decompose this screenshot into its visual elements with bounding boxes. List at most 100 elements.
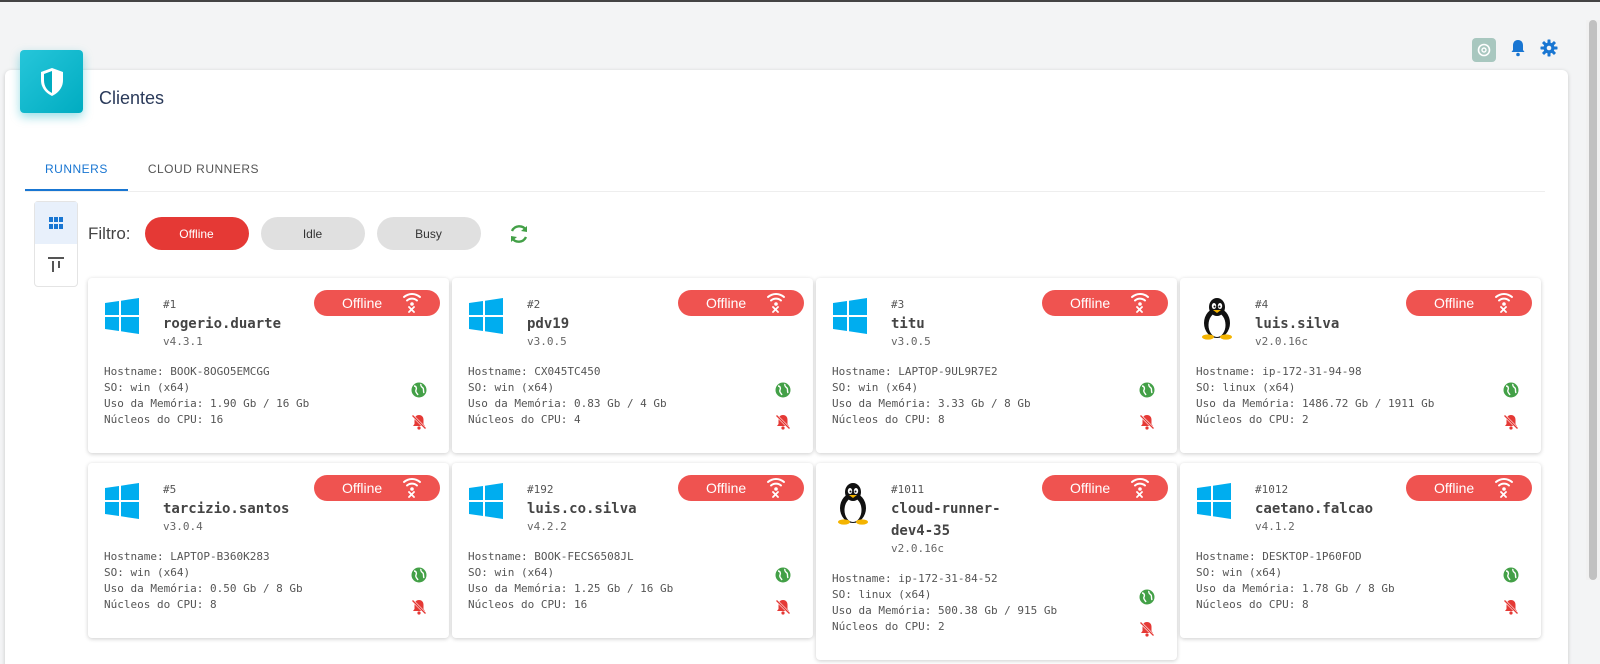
windows-icon <box>1196 483 1232 523</box>
runner-card[interactable]: #4 luis.silva v2.0.16c Offline Hostname: ip-… <box>1180 278 1541 453</box>
runner-cpu: Núcleos do CPU: 4 <box>468 413 581 426</box>
shield-icon <box>20 50 83 113</box>
runner-hostname: Hostname: BOOK-FECS6508JL <box>468 550 634 563</box>
runner-name: luis.co.silva <box>527 501 637 517</box>
filter-label: Filtro: <box>88 223 131 243</box>
runner-name: cloud-runner-dev4-35 <box>891 501 1001 539</box>
list-view-button[interactable] <box>35 244 77 286</box>
runner-memory: Uso da Memória: 3.33 Gb / 8 Gb <box>832 397 1031 410</box>
status-badge: Offline <box>678 475 804 501</box>
runner-id: #2 <box>527 298 541 311</box>
globe-icon[interactable] <box>411 382 427 402</box>
globe-icon[interactable] <box>411 567 427 587</box>
runner-hostname: Hostname: BOOK-8OGO5EMCGG <box>104 365 270 378</box>
windows-icon <box>832 298 868 338</box>
page-title: Clientes <box>99 88 165 108</box>
bell-off-icon[interactable] <box>1503 414 1519 434</box>
runner-cpu: Núcleos do CPU: 16 <box>104 413 224 426</box>
gear-icon[interactable] <box>1540 39 1558 61</box>
globe-icon[interactable] <box>775 382 791 402</box>
runner-version: v3.0.4 <box>163 520 203 533</box>
top-toolbar <box>1472 38 1558 62</box>
status-badge: Offline <box>314 290 440 316</box>
status-label: Offline <box>706 295 747 311</box>
runner-hostname: Hostname: LAPTOP-9UL9R7E2 <box>832 365 998 378</box>
runner-card[interactable]: #192 luis.co.silva v4.2.2 Offline Hostname: … <box>452 463 813 638</box>
bell-off-icon[interactable] <box>1503 599 1519 619</box>
wifi-off-icon <box>402 291 422 316</box>
filter-chip-offline[interactable]: Offline <box>144 217 249 250</box>
bell-off-icon[interactable] <box>775 414 791 434</box>
globe-icon[interactable] <box>1503 567 1519 587</box>
runner-memory: Uso da Memória: 1.90 Gb / 16 Gb <box>104 397 310 410</box>
tab-cloud-runners[interactable]: CLOUD RUNNERS <box>128 148 279 191</box>
runner-cpu: Núcleos do CPU: 8 <box>832 413 945 426</box>
runner-os: SO: win (x64) <box>468 566 555 579</box>
status-label: Offline <box>342 480 383 496</box>
runner-id: #1012 <box>1255 483 1289 496</box>
bell-icon[interactable] <box>1510 39 1526 61</box>
status-badge: Offline <box>1042 475 1168 501</box>
refresh-icon[interactable] <box>507 222 531 246</box>
runner-hostname: Hostname: CX045TC450 <box>468 365 601 378</box>
runner-card[interactable]: #1011 cloud-runner-dev4-35 v2.0.16c Offline… <box>816 463 1177 660</box>
globe-icon[interactable] <box>1503 382 1519 402</box>
wifi-off-icon <box>402 476 422 501</box>
bell-off-icon[interactable] <box>411 599 427 619</box>
windows-icon <box>468 483 504 523</box>
runner-os: SO: linux (x64) <box>1196 381 1296 394</box>
globe-icon[interactable] <box>775 567 791 587</box>
globe-icon[interactable] <box>1139 382 1155 402</box>
filter-chip-busy[interactable]: Busy <box>376 217 481 250</box>
runner-name: tarcizio.santos <box>163 501 290 517</box>
runner-grid: #1 rogerio.duarte v4.3.1 Offline Hostname: B… <box>88 278 1541 660</box>
runner-version: v3.0.5 <box>527 335 567 348</box>
bell-off-icon[interactable] <box>1139 621 1155 641</box>
wifi-off-icon <box>1130 476 1150 501</box>
status-label: Offline <box>706 480 747 496</box>
runner-info: Hostname: LAPTOP-9UL9R7E2 SO: win (x64) Us… <box>832 364 1031 428</box>
runner-version: v4.3.1 <box>163 335 203 348</box>
wifi-off-icon <box>1130 291 1150 316</box>
runner-name: caetano.falcao <box>1255 501 1374 517</box>
scrollbar-thumb[interactable] <box>1589 20 1597 580</box>
status-badge: Offline <box>1406 290 1532 316</box>
runner-cpu: Núcleos do CPU: 2 <box>1196 413 1309 426</box>
runner-memory: Uso da Memória: 500.38 Gb / 915 Gb <box>832 604 1058 617</box>
bell-off-icon[interactable] <box>411 414 427 434</box>
runner-info: Hostname: CX045TC450 SO: win (x64) Uso da … <box>468 364 667 428</box>
runner-id: #1011 <box>891 483 925 496</box>
runner-os: SO: linux (x64) <box>832 588 932 601</box>
runner-card[interactable]: #1 rogerio.duarte v4.3.1 Offline Hostname: B… <box>88 278 449 453</box>
align-top-icon <box>48 257 64 272</box>
runner-card[interactable]: #3 titu v3.0.5 Offline Hostname: LAPTOP-9UL9… <box>816 278 1177 453</box>
filter-chip-idle[interactable]: Idle <box>260 217 365 250</box>
filter-bar: Filtro: Offline Idle Busy <box>88 217 531 250</box>
runner-card[interactable]: #2 pdv19 v3.0.5 Offline Hostname: CX045TC450… <box>452 278 813 453</box>
tab-runners[interactable]: RUNNERS <box>25 148 128 191</box>
globe-icon[interactable] <box>1139 589 1155 609</box>
runner-id: #5 <box>163 483 177 496</box>
runner-id: #3 <box>891 298 905 311</box>
view-toggle <box>34 201 78 287</box>
runner-hostname: Hostname: ip-172-31-84-52 <box>832 572 998 585</box>
runner-name: luis.silva <box>1255 316 1340 332</box>
runner-info: Hostname: DESKTOP-1P60FOD SO: win (x64) Us… <box>1196 549 1395 613</box>
tab-bar: RUNNERS CLOUD RUNNERS <box>25 148 1545 192</box>
runner-version: v4.1.2 <box>1255 520 1295 533</box>
status-label: Offline <box>1070 480 1111 496</box>
status-label: Offline <box>1070 295 1111 311</box>
runner-card[interactable]: #5 tarcizio.santos v3.0.4 Offline Hostname: … <box>88 463 449 638</box>
page-scrollbar[interactable] <box>1586 20 1600 580</box>
runner-card[interactable]: #1012 caetano.falcao v4.1.2 Offline Hostname… <box>1180 463 1541 638</box>
runner-name: rogerio.duarte <box>163 316 282 332</box>
runner-version: v2.0.16c <box>891 542 944 555</box>
bell-off-icon[interactable] <box>775 599 791 619</box>
runner-version: v3.0.5 <box>891 335 931 348</box>
status-label: Offline <box>1434 480 1475 496</box>
grid-view-button[interactable] <box>35 202 77 244</box>
chatgpt-icon[interactable] <box>1472 38 1496 62</box>
bell-off-icon[interactable] <box>1139 414 1155 434</box>
runner-info: Hostname: BOOK-8OGO5EMCGG SO: win (x64) Us… <box>104 364 309 428</box>
runner-hostname: Hostname: ip-172-31-94-98 <box>1196 365 1362 378</box>
